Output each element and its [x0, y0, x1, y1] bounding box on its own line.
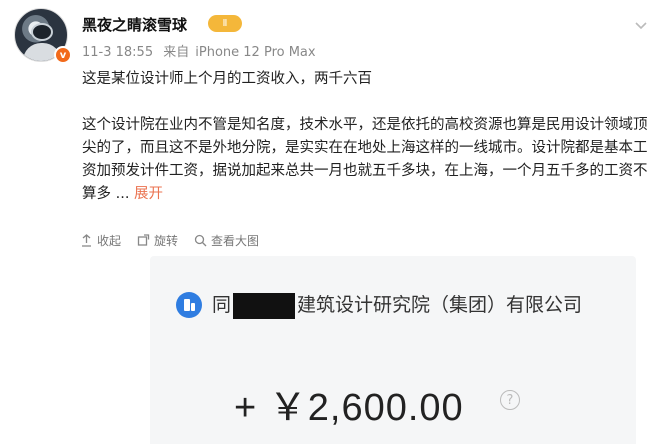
rotate-label: 旋转 — [154, 234, 179, 248]
post-date: 11-3 18:55 — [82, 45, 154, 60]
view-image-label: 查看大图 — [211, 234, 260, 248]
avatar-visor — [31, 23, 53, 41]
post-actions: 收起 旋转 查看大图 — [80, 232, 259, 249]
zoom-icon — [194, 234, 207, 247]
post-header: v 黑夜之睛滚雪球 Ⅱ 11-3 18:55 来自 iPhone 12 Pro M… — [14, 8, 654, 64]
post-meta: 11-3 18:55 来自 iPhone 12 Pro Max — [82, 41, 322, 60]
username[interactable]: 黑夜之睛滚雪球 — [82, 14, 187, 35]
device-name: iPhone 12 Pro Max — [195, 45, 316, 60]
collapse-label: 收起 — [97, 234, 122, 248]
expand-link[interactable]: 展开 — [134, 186, 163, 202]
arrow-collapse-icon — [82, 234, 91, 247]
company-suffix: 建筑设计研究院（集团）有限公司 — [297, 294, 583, 316]
source-prefix: 来自 — [163, 45, 190, 60]
level-badge: Ⅱ — [208, 15, 242, 32]
chevron-down-icon[interactable] — [634, 18, 648, 32]
salary-amount: + ￥2,600.00 — [234, 387, 464, 429]
post-body-text: 这个设计院在业内不管是知名度，技术水平，还是依托的高校资源也算是民用设计领域顶尖… — [82, 117, 648, 202]
rotate-button[interactable]: 旋转 — [137, 232, 178, 249]
rotate-icon — [137, 234, 150, 246]
question-icon[interactable]: ? — [500, 390, 520, 410]
redaction-bar — [233, 292, 296, 319]
collapse-button[interactable]: 收起 — [80, 232, 121, 249]
view-image-button[interactable]: 查看大图 — [194, 232, 259, 249]
company-prefix: 同 — [212, 294, 232, 316]
post-content: 这是某位设计师上个月的工资收入，两千六百 这个设计院在业内不管是知名度，技术水平… — [82, 68, 652, 206]
building-icon — [176, 292, 202, 318]
attached-image[interactable]: 同 建筑设计研究院（集团）有限公司 + ￥2,600.00 ? — [150, 256, 636, 444]
verified-badge: v — [54, 46, 72, 64]
post-body: 这个设计院在业内不管是知名度，技术水平，还是依托的高校资源也算是民用设计领域顶尖… — [82, 114, 652, 206]
company-name: 同 建筑设计研究院（集团）有限公司 — [212, 290, 592, 320]
post-headline: 这是某位设计师上个月的工资收入，两千六百 — [82, 71, 372, 87]
